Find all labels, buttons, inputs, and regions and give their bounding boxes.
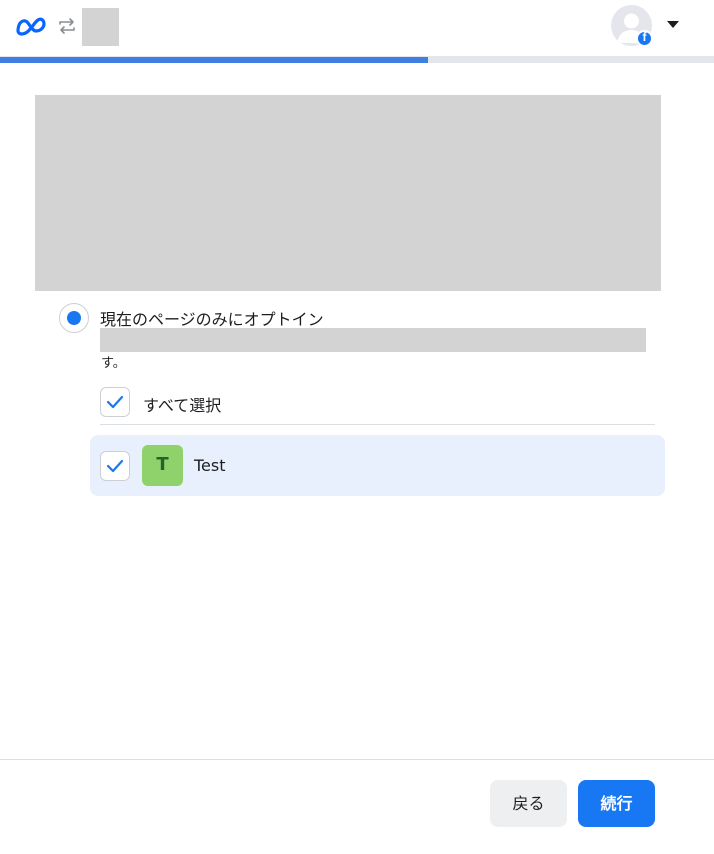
redacted-description xyxy=(100,328,646,352)
progress-fill xyxy=(0,57,429,63)
continue-button[interactable]: 続行 xyxy=(578,780,655,827)
checkmark-icon xyxy=(106,395,124,409)
radio-selected-dot xyxy=(67,311,81,325)
app-thumbnail xyxy=(82,8,119,46)
top-bar: f xyxy=(0,0,714,57)
page-avatar: T xyxy=(142,445,183,486)
swap-arrows-icon xyxy=(59,18,75,34)
page-test-checkbox[interactable] xyxy=(100,451,130,481)
opt-in-option-label: 現在のページのみにオプトイン xyxy=(100,310,324,329)
select-all-checkbox[interactable] xyxy=(100,387,130,417)
opt-in-current-page-radio[interactable] xyxy=(59,303,89,333)
page-name: Test xyxy=(194,456,226,475)
select-all-label: すべて選択 xyxy=(143,396,222,415)
option-description-tail: す。 xyxy=(101,356,126,371)
checkmark-icon xyxy=(106,459,124,473)
meta-logo-icon xyxy=(16,17,46,36)
facebook-badge-icon: f xyxy=(636,30,653,47)
back-button[interactable]: 戻る xyxy=(490,780,567,827)
progress-bar xyxy=(0,57,714,63)
footer-divider xyxy=(0,759,714,760)
caret-down-icon[interactable] xyxy=(667,21,679,28)
redacted-header-content xyxy=(35,95,661,291)
divider xyxy=(100,424,655,425)
